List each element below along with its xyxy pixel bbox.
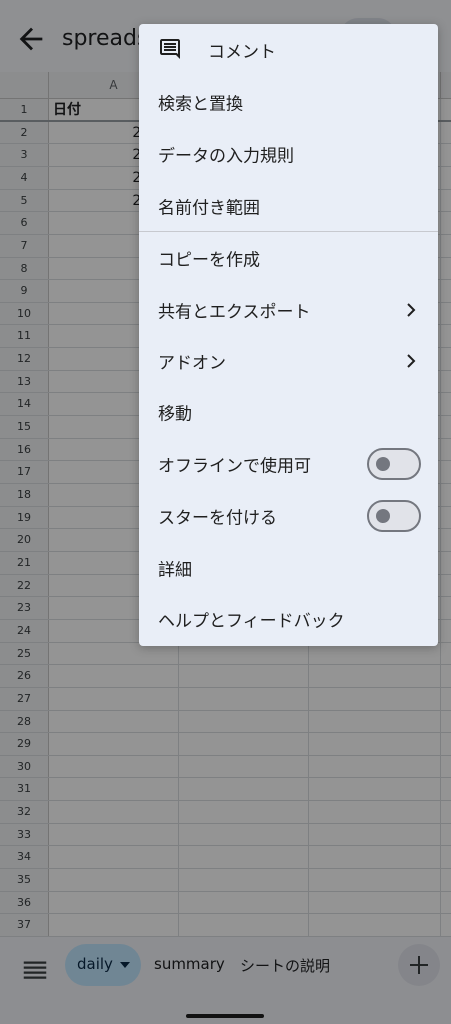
menu-item-data-validation[interactable]: データの入力規則 (139, 128, 438, 180)
menu-item-label: コメント (208, 42, 276, 63)
menu-item-named-ranges[interactable]: 名前付き範囲 (139, 180, 438, 232)
menu-item-label: コピーを作成 (158, 250, 260, 271)
menu-item-label: アドオン (158, 353, 226, 374)
menu-item-label: 共有とエクスポート (158, 302, 311, 323)
menu-item-label: データの入力規則 (158, 146, 294, 167)
menu-item-share-export[interactable]: 共有とエクスポート (139, 284, 438, 336)
chevron-right-icon (407, 354, 416, 368)
comment-icon (160, 39, 180, 59)
menu-item-make-copy[interactable]: コピーを作成 (139, 232, 438, 284)
menu-item-find-replace[interactable]: 検索と置換 (139, 76, 438, 128)
menu-item-label: 詳細 (158, 560, 192, 581)
menu-item-label: スターを付ける (158, 508, 277, 529)
menu-item-label: ヘルプとフィードバック (158, 611, 345, 632)
toggle-knob (376, 509, 390, 523)
overflow-menu: コメント 検索と置換 データの入力規則 名前付き範囲 コピーを作成 共有とエクス… (139, 24, 438, 646)
screen: spreadsheet A 1日付22025-32025-42025-52025… (0, 0, 451, 1024)
toggle-knob (376, 457, 390, 471)
star-toggle[interactable] (367, 500, 421, 532)
menu-item-label: 名前付き範囲 (158, 198, 260, 219)
menu-item-label: 検索と置換 (158, 94, 243, 115)
menu-item-label: 移動 (158, 404, 192, 425)
menu-item-move[interactable]: 移動 (139, 386, 438, 438)
menu-item-details[interactable]: 詳細 (139, 542, 438, 594)
chevron-right-icon (407, 303, 416, 317)
offline-toggle[interactable] (367, 448, 421, 480)
menu-item-comment[interactable]: コメント (139, 24, 438, 76)
menu-item-star[interactable]: スターを付ける (139, 490, 438, 542)
menu-item-add-ons[interactable]: アドオン (139, 335, 438, 387)
menu-item-help-feedback[interactable]: ヘルプとフィードバック (139, 593, 438, 645)
menu-item-available-offline[interactable]: オフラインで使用可 (139, 438, 438, 490)
menu-item-label: オフラインで使用可 (158, 456, 311, 477)
